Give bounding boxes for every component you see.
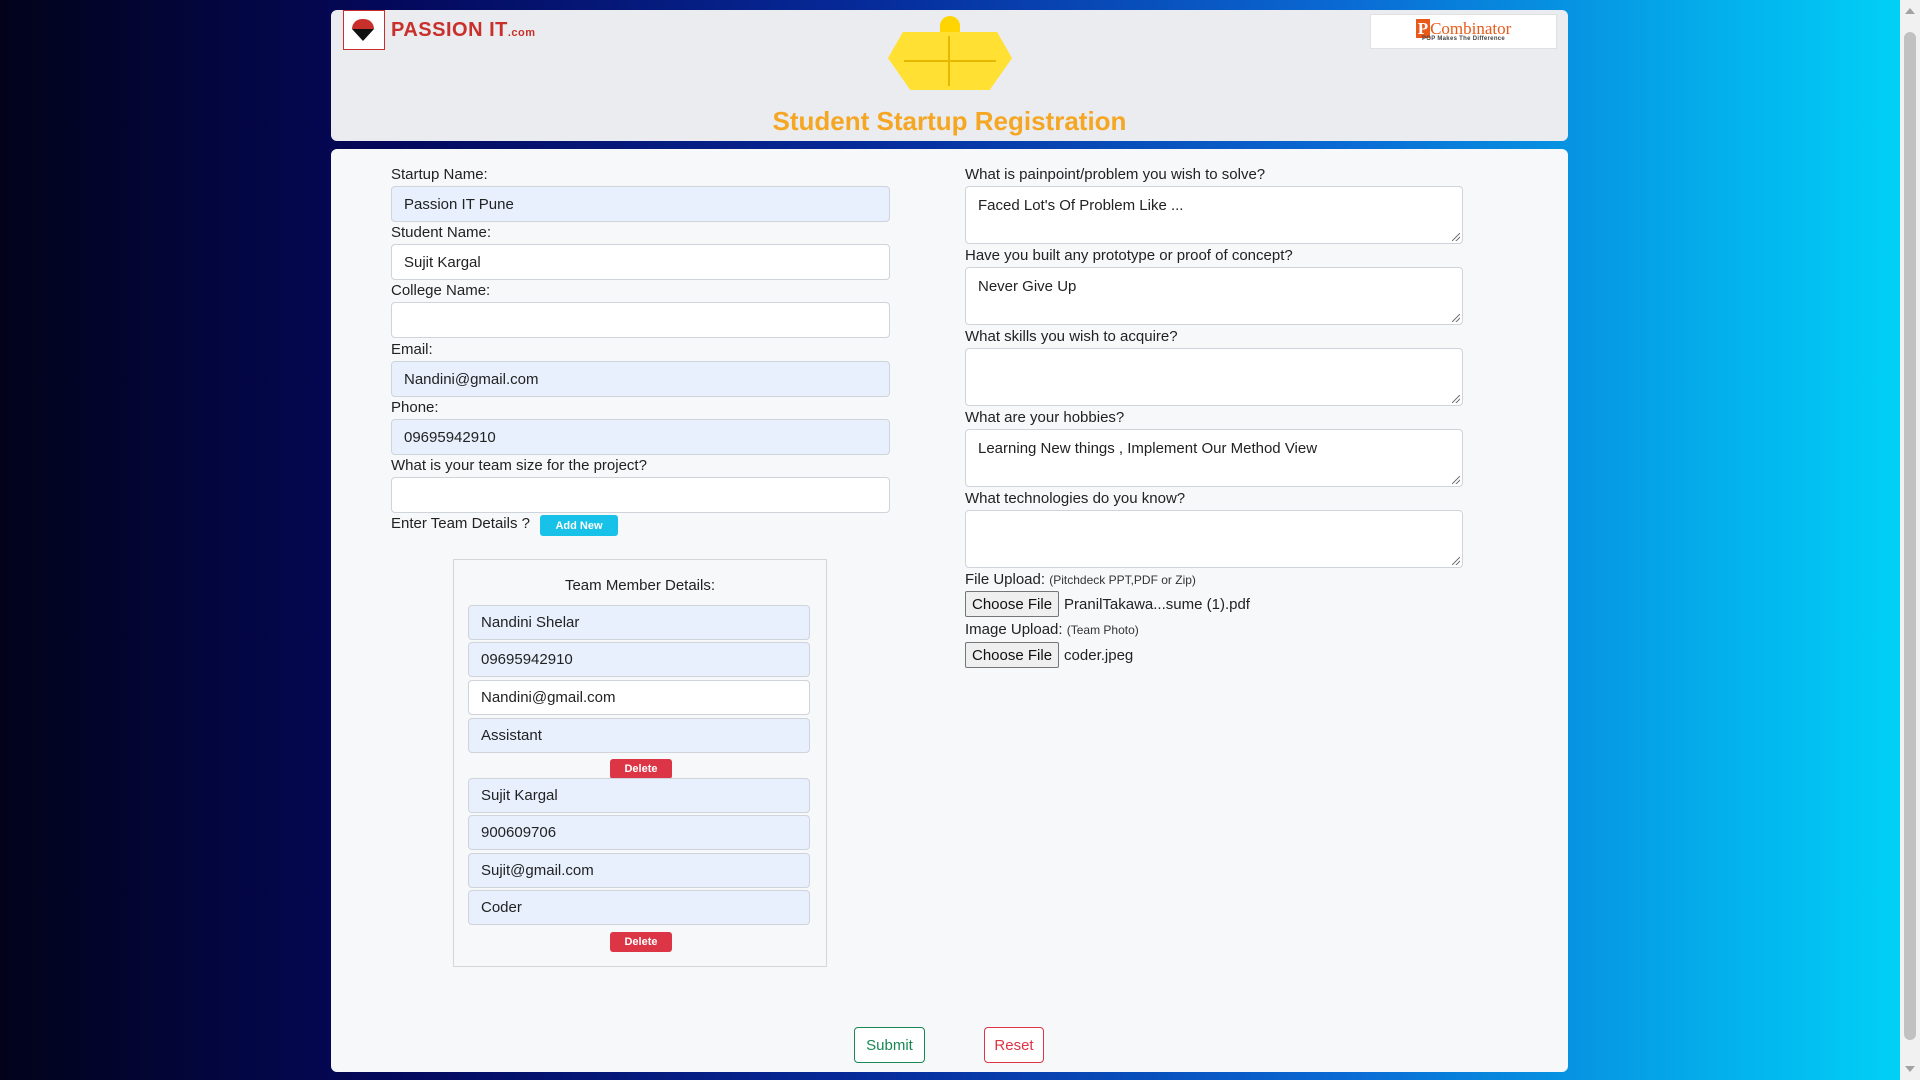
member-1-name-input[interactable]: Nandini Shelar [468, 605, 810, 640]
image-upload-choose-button[interactable]: Choose File [965, 642, 1060, 668]
file-upload-label-text: File Upload: [965, 571, 1046, 588]
team-size-label: What is your team size for the project? [391, 457, 647, 474]
reset-button[interactable]: Reset [984, 1027, 1044, 1063]
passion-it-emblem-icon [343, 10, 385, 50]
technologies-label: What technologies do you know? [965, 490, 1186, 507]
member-2-role-input[interactable]: Coder [468, 890, 810, 925]
member-1-phone-input[interactable]: 09695942910 [468, 642, 810, 677]
member-2-email-input[interactable]: Sujit@gmail.com [468, 853, 810, 888]
hobbies-textarea[interactable]: Learning New things , Implement Our Meth… [965, 429, 1463, 487]
prototype-label: Have you built any prototype or proof of… [965, 247, 1293, 264]
hobbies-value: Learning New things , Implement Our Meth… [978, 440, 1318, 457]
registration-form: Startup Name: Passion IT Pune Student Na… [331, 149, 1568, 1072]
file-upload-label: File Upload: (Pitchdeck PPT,PDF or Zip) [965, 571, 1196, 588]
image-upload-note: (Team Photo) [1066, 623, 1139, 637]
pcombinator-logo: P Combinator POP Makes The Difference [1370, 14, 1557, 49]
member-1-email-input[interactable]: Nandini@gmail.com [468, 680, 810, 715]
team-size-input[interactable] [391, 477, 890, 513]
page-header: PASSION IT.com P Combinator POP Makes The… [331, 10, 1568, 141]
member-2-name-input[interactable]: Sujit Kargal [468, 778, 810, 813]
phone-input[interactable]: 09695942910 [391, 419, 890, 455]
file-upload-note: (Pitchdeck PPT,PDF or Zip) [1049, 573, 1196, 587]
file-upload-control: Choose File PranilTakawa...sume (1).pdf [965, 591, 1250, 617]
image-upload-control: Choose File coder.jpeg [965, 642, 1133, 668]
scroll-down-arrow-icon[interactable] [1905, 1066, 1915, 1072]
scrollbar-thumb[interactable] [1904, 32, 1916, 1040]
member-2-delete-button[interactable]: Delete [610, 932, 672, 952]
pcombinator-tagline: POP Makes The Difference [1421, 36, 1506, 42]
painpoint-label: What is painpoint/problem you wish to so… [965, 166, 1266, 183]
technologies-textarea[interactable] [965, 510, 1463, 568]
scroll-up-arrow-icon[interactable] [1905, 8, 1915, 14]
page-scrollbar[interactable] [1900, 0, 1920, 1080]
skills-label: What skills you wish to acquire? [965, 328, 1178, 345]
brand-left-text: PASSION IT [391, 18, 508, 41]
startup-name-input[interactable]: Passion IT Pune [391, 186, 890, 222]
member-1-delete-button[interactable]: Delete [610, 759, 672, 779]
team-details-label: Enter Team Details ? [391, 515, 530, 532]
student-name-input[interactable]: Sujit Kargal [391, 244, 890, 280]
startup-lamp-logo-icon [884, 16, 1016, 96]
startup-name-label: Startup Name: [391, 166, 488, 183]
prototype-textarea[interactable]: Never Give Up [965, 267, 1463, 325]
prototype-value: Never Give Up [978, 278, 1077, 295]
resize-grip-icon[interactable] [1452, 557, 1460, 565]
painpoint-value: Faced Lot's Of Problem Like ... [978, 197, 1184, 214]
phone-label: Phone: [391, 399, 439, 416]
brand-left-suffix: .com [507, 26, 536, 39]
hobbies-label: What are your hobbies? [965, 409, 1125, 426]
resize-grip-icon[interactable] [1452, 233, 1460, 241]
file-upload-choose-button[interactable]: Choose File [965, 591, 1060, 617]
image-upload-label: Image Upload: (Team Photo) [965, 621, 1139, 638]
passion-it-logo: PASSION IT.com [343, 10, 536, 50]
team-member-details-panel: Team Member Details: Nandini Shelar 0969… [453, 559, 827, 967]
page-title: Student Startup Registration [772, 106, 1127, 136]
image-upload-label-text: Image Upload: [965, 621, 1063, 638]
file-upload-filename: PranilTakawa...sume (1).pdf [1064, 595, 1250, 613]
email-input[interactable]: Nandini@gmail.com [391, 361, 890, 397]
add-team-member-button[interactable]: Add New [540, 515, 618, 536]
college-name-input[interactable] [391, 302, 890, 338]
painpoint-textarea[interactable]: Faced Lot's Of Problem Like ... [965, 186, 1463, 244]
member-1-role-input[interactable]: Assistant [468, 718, 810, 753]
member-2-phone-input[interactable]: 900609706 [468, 815, 810, 850]
email-label: Email: [391, 341, 433, 358]
skills-textarea[interactable] [965, 348, 1463, 406]
image-upload-filename: coder.jpeg [1064, 646, 1134, 664]
student-name-label: Student Name: [391, 224, 492, 241]
college-name-label: College Name: [391, 282, 491, 299]
resize-grip-icon[interactable] [1452, 314, 1460, 322]
submit-button[interactable]: Submit [854, 1027, 925, 1063]
resize-grip-icon[interactable] [1452, 395, 1460, 403]
team-member-details-title: Team Member Details: [564, 577, 716, 594]
resize-grip-icon[interactable] [1452, 476, 1460, 484]
